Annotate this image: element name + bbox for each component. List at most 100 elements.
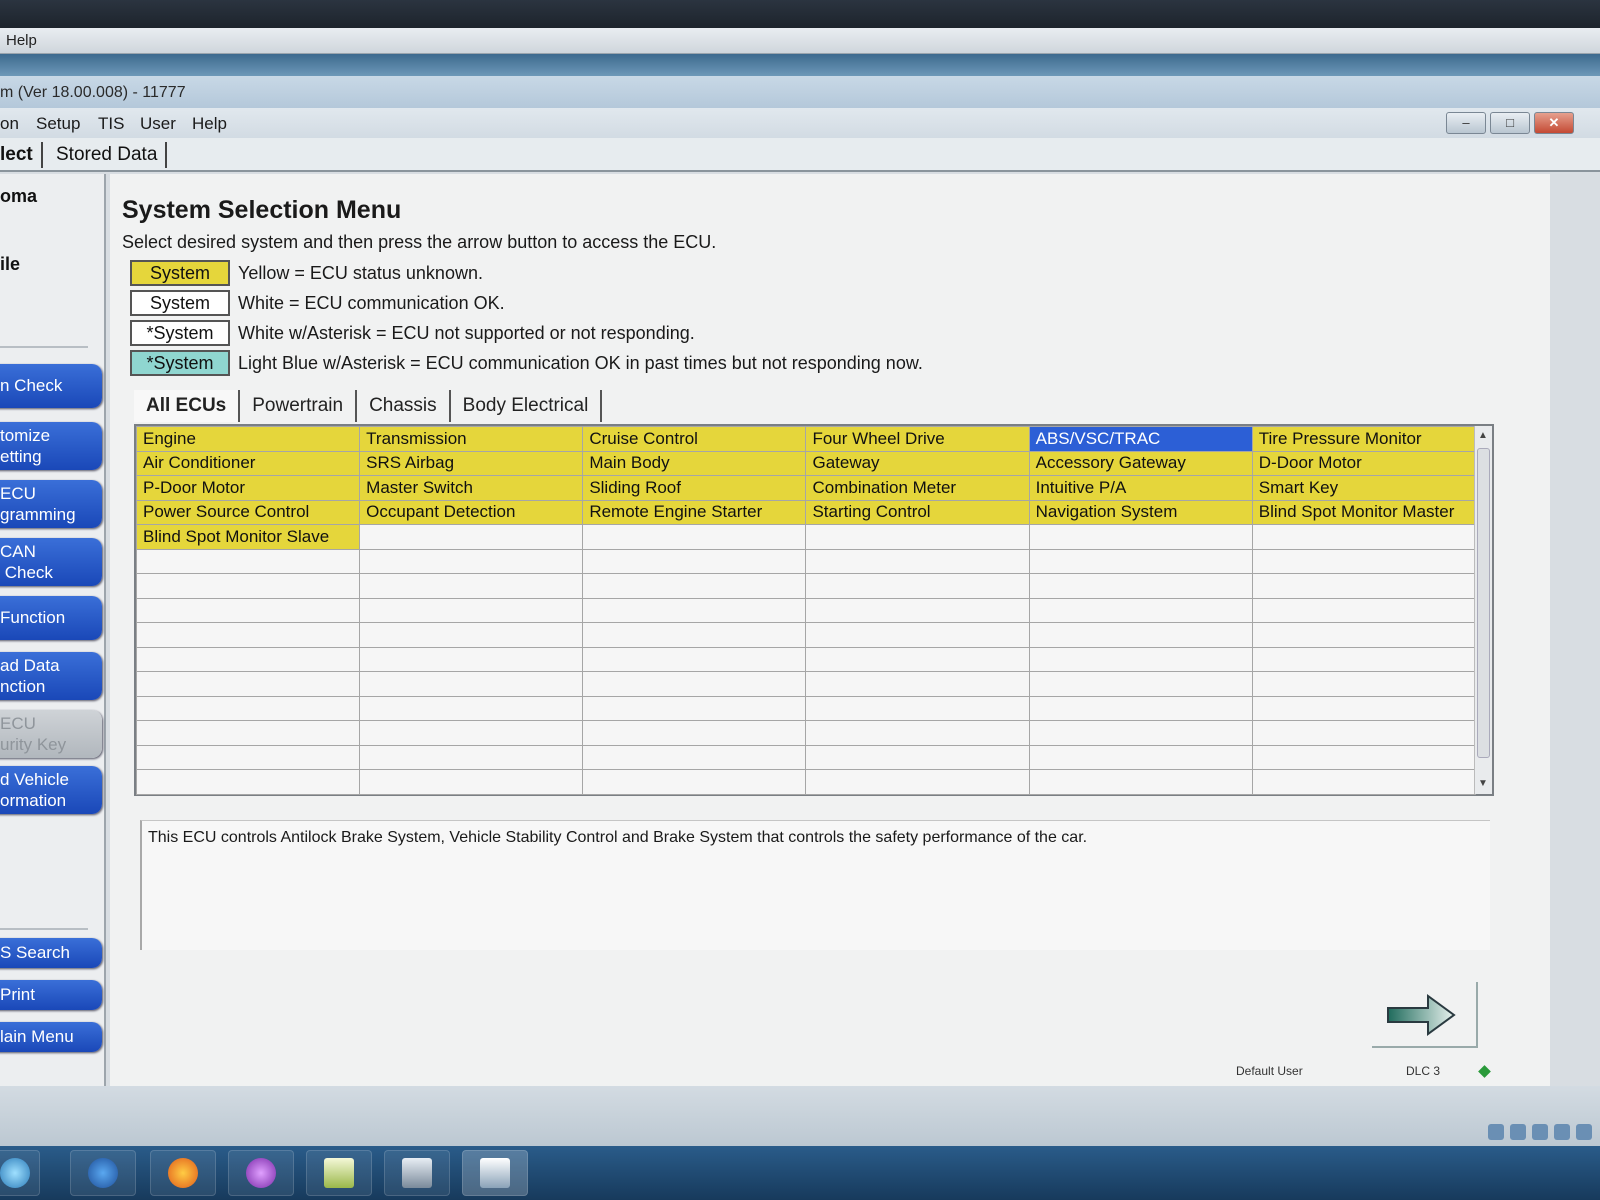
menu-item-setup[interactable]: Setup	[36, 114, 80, 134]
system-cell[interactable]: Tire Pressure Monitor	[1251, 426, 1477, 452]
vehicle-information-button[interactable]: d Vehicle ormation	[0, 766, 102, 814]
empty-cell	[135, 720, 361, 746]
table-row: P-Door Motor Master Switch Sliding Roof Com…	[135, 475, 1477, 501]
start-orb-icon	[0, 1158, 30, 1188]
tray-icon-4[interactable]	[1554, 1124, 1570, 1140]
screen: Help m (Ver 18.00.008) - 11777 on Setup …	[0, 0, 1600, 1200]
taskbar-media-button[interactable]	[228, 1150, 294, 1196]
legend-text-white: White = ECU communication OK.	[238, 292, 505, 313]
system-cell[interactable]: Smart Key	[1251, 475, 1477, 501]
scroll-thumb[interactable]	[1477, 448, 1490, 758]
customize-setting-button[interactable]: tomize etting	[0, 422, 102, 470]
table-row	[135, 744, 1477, 770]
print-button[interactable]: Print	[0, 980, 102, 1010]
description-box: This ECU controls Antilock Brake System,…	[140, 820, 1490, 950]
taskbar-browser-button[interactable]	[70, 1150, 136, 1196]
tab-body-electrical[interactable]: Body Electrical	[451, 390, 603, 422]
access-ecu-arrow-button[interactable]	[1372, 982, 1478, 1048]
table-row	[135, 671, 1477, 697]
grid-scrollbar[interactable]: ▲ ▼	[1474, 426, 1492, 794]
system-cell[interactable]: SRS Airbag	[359, 450, 584, 476]
empty-cell	[1251, 573, 1477, 599]
system-cell[interactable]: Transmission	[359, 426, 584, 452]
empty-cell	[582, 548, 807, 574]
system-cell[interactable]: Master Switch	[359, 475, 584, 501]
system-cell[interactable]: Main Body	[582, 450, 807, 476]
empty-cell	[359, 744, 584, 770]
empty-cell	[1028, 646, 1253, 672]
system-cell[interactable]: Accessory Gateway	[1028, 450, 1253, 476]
table-row: Engine Transmission Cruise Control Four Whe…	[135, 426, 1477, 452]
system-cell[interactable]: Air Conditioner	[135, 450, 361, 476]
system-cell[interactable]: Intuitive P/A	[1028, 475, 1253, 501]
health-check-button[interactable]: n Check	[0, 364, 102, 408]
minimize-button[interactable]: –	[1446, 112, 1486, 134]
system-cell[interactable]: Remote Engine Starter	[582, 499, 807, 525]
system-cell[interactable]: Navigation System	[1028, 499, 1253, 525]
empty-cell	[135, 744, 361, 770]
menu-item-tis[interactable]: TIS	[98, 114, 124, 134]
taskbar-firefox-button[interactable]	[150, 1150, 216, 1196]
empty-cell	[1028, 744, 1253, 770]
upload-data-function-button[interactable]: ad Data nction	[0, 652, 102, 700]
start-button[interactable]	[0, 1150, 40, 1196]
firefox-icon	[168, 1158, 198, 1188]
taskbar-techstream-button[interactable]	[462, 1150, 528, 1196]
system-cell[interactable]: Blind Spot Monitor Master	[1251, 499, 1477, 525]
tray-icon-3[interactable]	[1532, 1124, 1548, 1140]
system-cell[interactable]: Power Source Control	[135, 499, 361, 525]
menu-item-help[interactable]: Help	[192, 114, 227, 134]
tray-icon-5[interactable]	[1576, 1124, 1592, 1140]
sidebar-divider	[0, 346, 88, 348]
tab-powertrain[interactable]: Powertrain	[240, 390, 358, 422]
ecu-security-key-button[interactable]: ECU urity Key	[0, 710, 102, 758]
tray-icon-1[interactable]	[1488, 1124, 1504, 1140]
legend-text-light-blue: Light Blue w/Asterisk = ECU communicatio…	[238, 352, 923, 373]
tab-select[interactable]: lect	[0, 142, 43, 168]
system-cell[interactable]: Four Wheel Drive	[805, 426, 1030, 452]
system-cell[interactable]: Occupant Detection	[359, 499, 584, 525]
empty-cell	[135, 671, 361, 697]
close-button[interactable]: ✕	[1534, 112, 1574, 134]
empty-cell	[582, 622, 807, 648]
taskbar-box-button[interactable]	[384, 1150, 450, 1196]
system-cell[interactable]: Engine	[135, 426, 361, 452]
system-cell[interactable]: D-Door Motor	[1251, 450, 1477, 476]
table-row: Blind Spot Monitor Slave	[135, 524, 1477, 550]
menu-item-user[interactable]: User	[140, 114, 176, 134]
system-cell[interactable]: Combination Meter	[805, 475, 1030, 501]
empty-cell	[135, 597, 361, 623]
system-cell[interactable]: Blind Spot Monitor Slave	[135, 524, 361, 550]
tab-stored-data[interactable]: Stored Data	[48, 142, 168, 168]
system-cell[interactable]: Starting Control	[805, 499, 1030, 525]
empty-cell	[582, 720, 807, 746]
scroll-down-icon[interactable]: ▼	[1478, 778, 1488, 789]
utility-function-button[interactable]: Function	[0, 596, 102, 640]
media-icon	[246, 1158, 276, 1188]
tab-chassis[interactable]: Chassis	[357, 390, 451, 422]
system-cell[interactable]: Cruise Control	[582, 426, 807, 452]
sidebar: oma ile n Check tomize etting ECU grammi…	[0, 174, 106, 1086]
system-cell[interactable]: ABS/VSC/TRAC	[1028, 426, 1253, 452]
system-cell[interactable]: P-Door Motor	[135, 475, 361, 501]
main-menu-button[interactable]: lain Menu	[0, 1022, 102, 1052]
tis-search-button[interactable]: S Search	[0, 938, 102, 968]
empty-cell	[1251, 548, 1477, 574]
maximize-button[interactable]: □	[1490, 112, 1530, 134]
system-cell[interactable]: Gateway	[805, 450, 1030, 476]
outer-help-menu[interactable]: Help	[6, 32, 37, 49]
tab-all-ecus[interactable]: All ECUs	[134, 390, 241, 422]
empty-cell	[805, 695, 1030, 721]
techstream-icon	[480, 1158, 510, 1188]
empty-cell	[805, 744, 1030, 770]
ecu-reprogramming-button[interactable]: ECU gramming	[0, 480, 102, 528]
taskbar-chart-button[interactable]	[306, 1150, 372, 1196]
tray-icon-2[interactable]	[1510, 1124, 1526, 1140]
empty-cell	[805, 573, 1030, 599]
empty-cell	[1028, 597, 1253, 623]
menu-item-function[interactable]: on	[0, 114, 19, 134]
scroll-up-icon[interactable]: ▲	[1478, 430, 1488, 441]
system-cell[interactable]: Sliding Roof	[582, 475, 807, 501]
can-bus-check-button[interactable]: CAN Check	[0, 538, 102, 586]
table-row	[135, 597, 1477, 623]
